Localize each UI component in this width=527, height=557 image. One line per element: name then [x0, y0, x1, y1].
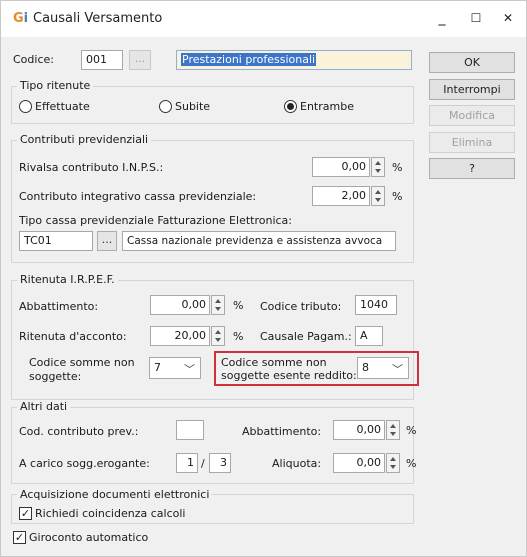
somme-non-sogg-label-line2: soggette: [29, 370, 82, 383]
altri-abbattimento-percent: % [406, 424, 417, 437]
aliquota-percent: % [406, 457, 417, 470]
altri-abbattimento-label: Abbattimento: [242, 425, 322, 438]
somme-esente-label-line1: Codice somme non [221, 356, 327, 369]
aliquota-input[interactable]: 0,00 [333, 453, 385, 473]
codice-lookup-button[interactable]: ... [129, 50, 151, 70]
altri-abbattimento-input[interactable]: 0,00 [333, 420, 385, 440]
tipo-ritenute-title: Tipo ritenute [17, 79, 94, 92]
radio-entrambe[interactable] [284, 100, 297, 113]
description-input[interactable]: Prestazioni professionali [176, 50, 412, 70]
a-carico-num-input[interactable]: 1 [176, 453, 198, 473]
rivalsa-label: Rivalsa contributo I.N.P.S.: [19, 161, 164, 174]
somme-esente-label-line2: soggette esente reddito: [221, 369, 357, 382]
abbattimento-spinner[interactable] [211, 295, 225, 315]
radio-subite-label: Subite [175, 100, 211, 113]
aliquota-spinner[interactable] [386, 453, 400, 473]
a-carico-den-input[interactable]: 3 [209, 453, 231, 473]
radio-entrambe-label: Entrambe [300, 100, 354, 113]
title-bar: Gi Causali Versamento _ ☐ ✕ [1, 1, 526, 37]
dialog-window: Gi Causali Versamento _ ☐ ✕ Codice: 001 … [0, 0, 527, 557]
aliquota-label: Aliquota: [272, 457, 322, 470]
rivalsa-input[interactable]: 0,00 [312, 157, 370, 177]
altri-dati-title: Altri dati [17, 400, 71, 413]
modifica-button[interactable]: Modifica [429, 105, 515, 126]
somme-non-sogg-label-line1: Codice somme non [29, 356, 135, 369]
radio-subite[interactable] [159, 100, 172, 113]
causale-input[interactable]: A [355, 326, 383, 346]
abbattimento-input[interactable]: 0,00 [150, 295, 210, 315]
integrativo-input[interactable]: 2,00 [312, 186, 370, 206]
giroconto-label: Giroconto automatico [29, 531, 149, 544]
somme-non-sogg-select[interactable]: 7 ﹀ [149, 357, 201, 379]
abbattimento-percent: % [233, 299, 244, 312]
contributi-title: Contributi previdenziali [17, 133, 152, 146]
help-button[interactable]: ? [429, 158, 515, 179]
chevron-down-icon: ﹀ [184, 363, 195, 376]
causale-label: Causale Pagam.: [260, 330, 352, 343]
codice-label: Codice: [13, 53, 54, 66]
maximize-button[interactable]: ☐ [459, 7, 493, 29]
elimina-button[interactable]: Elimina [429, 132, 515, 153]
chevron-down-icon: ﹀ [392, 363, 403, 376]
description-selected-text: Prestazioni professionali [181, 53, 317, 66]
giroconto-checkbox[interactable]: ✓ [13, 531, 26, 544]
richiedi-coincidenza-checkbox[interactable]: ✓ [19, 507, 32, 520]
ok-button[interactable]: OK [429, 52, 515, 73]
window-title: Causali Versamento [33, 11, 163, 26]
rivalsa-percent: % [392, 161, 403, 174]
ritenuta-percent: % [233, 330, 244, 343]
minimize-button[interactable]: _ [425, 7, 459, 29]
tipo-cassa-label: Tipo cassa previdenziale Fatturazione El… [19, 214, 292, 227]
somme-non-sogg-value: 7 [154, 361, 161, 374]
irpef-title: Ritenuta I.R.P.E.F. [17, 273, 118, 286]
cod-contributo-input[interactable] [176, 420, 204, 440]
somme-esente-value: 8 [362, 361, 369, 374]
close-button[interactable]: ✕ [491, 7, 525, 29]
tipo-cassa-lookup-button[interactable]: ... [97, 231, 117, 251]
a-carico-label: A carico sogg.erogante: [19, 457, 150, 470]
integrativo-percent: % [392, 190, 403, 203]
integrativo-spinner[interactable] [371, 186, 385, 206]
somme-esente-select[interactable]: 8 ﹀ [357, 357, 409, 379]
interrompi-button[interactable]: Interrompi [429, 79, 515, 100]
radio-effettuate[interactable] [19, 100, 32, 113]
ritenuta-label: Ritenuta d'acconto: [19, 330, 127, 343]
acquisizione-title: Acquisizione documenti elettronici [17, 488, 213, 501]
codice-tributo-label: Codice tributo: [260, 300, 342, 313]
ritenuta-spinner[interactable] [211, 326, 225, 346]
codice-tributo-input[interactable]: 1040 [355, 295, 397, 315]
abbattimento-label: Abbattimento: [19, 300, 99, 313]
altri-abbattimento-spinner[interactable] [386, 420, 400, 440]
tipo-cassa-code-input[interactable]: TC01 [19, 231, 93, 251]
a-carico-separator: / [201, 457, 205, 470]
app-logo-icon: Gi [13, 11, 29, 26]
integrativo-label: Contributo integrativo cassa previdenzia… [19, 190, 257, 203]
ritenuta-input[interactable]: 20,00 [150, 326, 210, 346]
cod-contributo-label: Cod. contributo prev.: [19, 425, 139, 438]
tipo-cassa-desc-field[interactable]: Cassa nazionale previdenza e assistenza … [122, 231, 396, 251]
radio-effettuate-label: Effettuate [35, 100, 90, 113]
codice-input[interactable]: 001 [81, 50, 123, 70]
richiedi-coincidenza-label: Richiedi coincidenza calcoli [35, 507, 186, 520]
rivalsa-spinner[interactable] [371, 157, 385, 177]
dialog-content: Codice: 001 ... Prestazioni professional… [1, 37, 526, 556]
